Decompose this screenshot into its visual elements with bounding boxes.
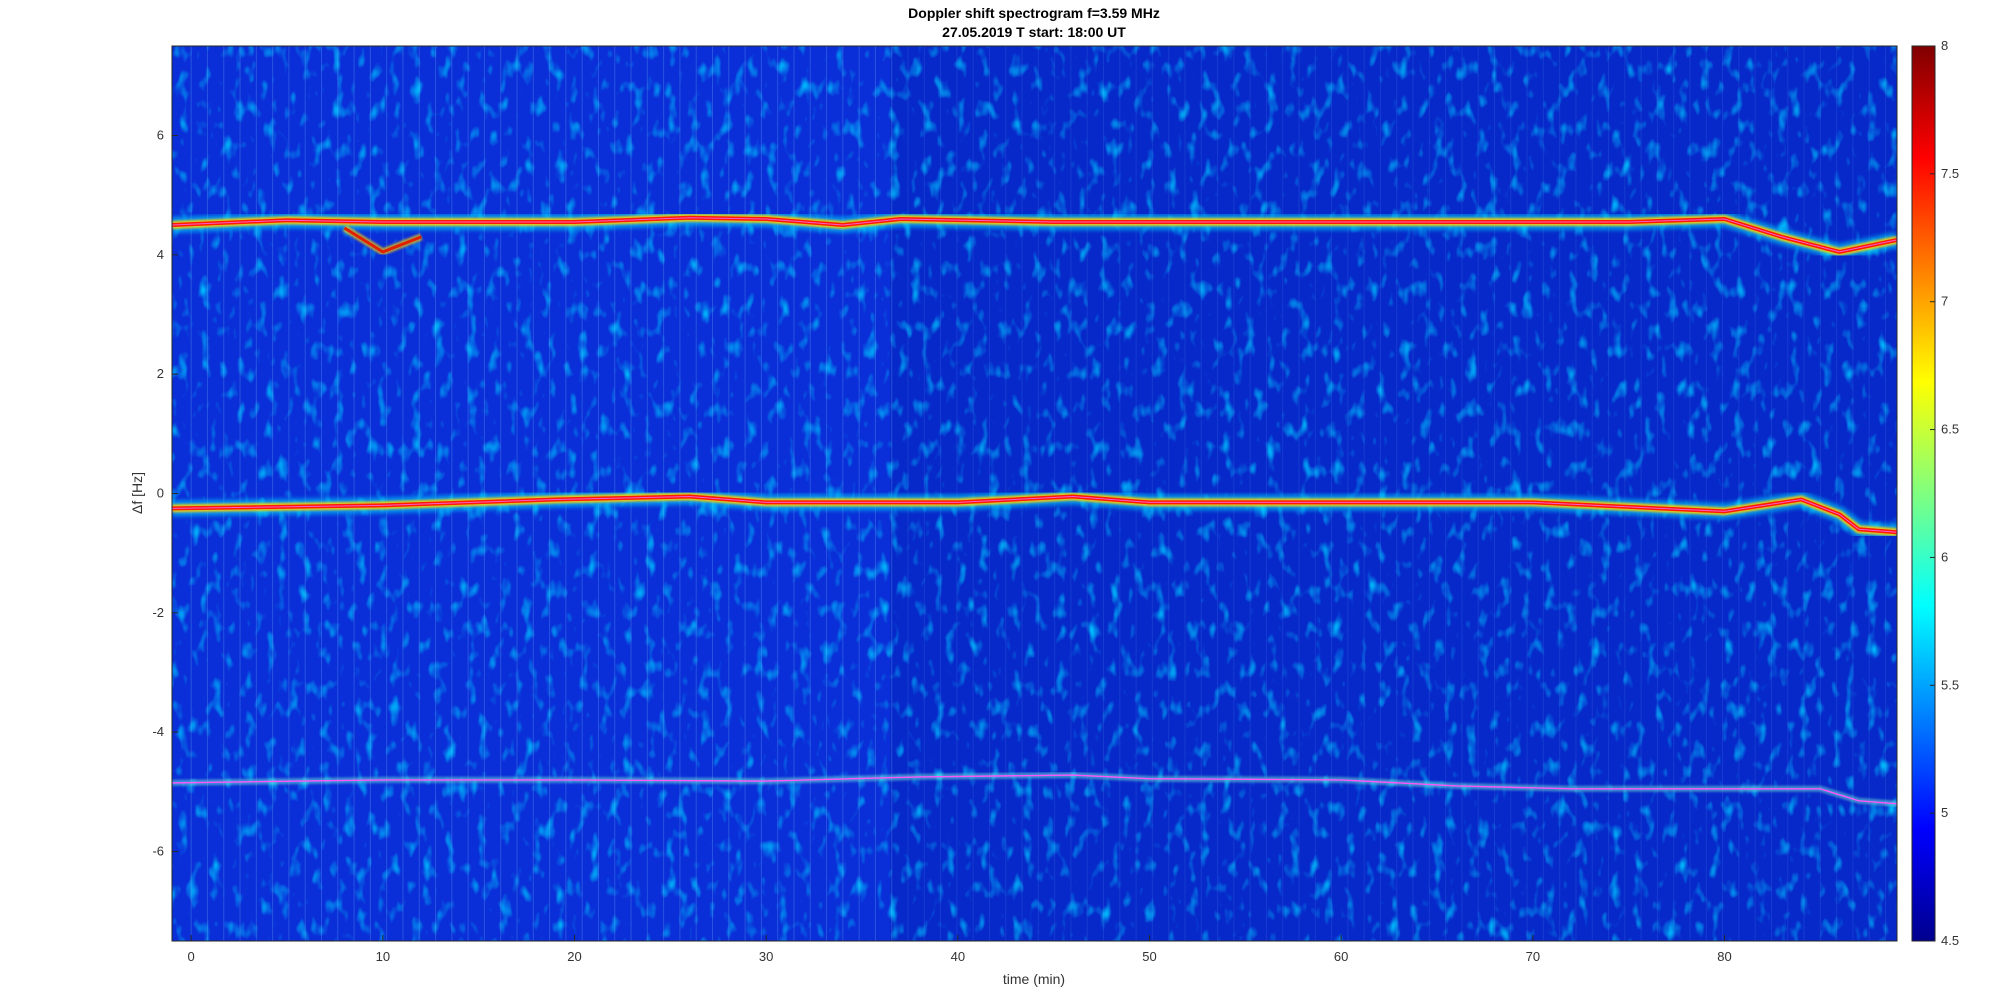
chart-subtitle: 27.05.2019 T start: 18:00 UT bbox=[942, 24, 1126, 40]
x-tick-label: 0 bbox=[188, 949, 195, 964]
colorbar-tick-label: 5.5 bbox=[1941, 677, 1959, 692]
y-tick-label: 0 bbox=[157, 486, 164, 501]
colorbar-tick-label: 6.5 bbox=[1941, 422, 1959, 437]
colorbar-tick-label: 6 bbox=[1941, 549, 1948, 564]
spectrogram-figure: Doppler shift spectrogram f=3.59 MHz 27.… bbox=[129, 5, 1959, 987]
y-axis-label: Δf [Hz] bbox=[129, 472, 145, 514]
y-tick-label: 6 bbox=[157, 128, 164, 143]
x-tick-label: 80 bbox=[1717, 949, 1731, 964]
y-tick-label: -2 bbox=[152, 605, 164, 620]
colorbar-tick-label: 7 bbox=[1941, 294, 1948, 309]
chart-title: Doppler shift spectrogram f=3.59 MHz bbox=[908, 5, 1160, 21]
colorbar-tick-label: 7.5 bbox=[1941, 166, 1959, 181]
y-tick-label: -4 bbox=[152, 724, 164, 739]
x-tick-label: 50 bbox=[1142, 949, 1156, 964]
y-tick-label: 2 bbox=[157, 366, 164, 381]
colorbar-tick-label: 4.5 bbox=[1941, 933, 1959, 948]
x-axis-label: time (min) bbox=[1003, 971, 1065, 987]
x-tick-label: 40 bbox=[951, 949, 965, 964]
x-tick-label: 20 bbox=[567, 949, 581, 964]
x-tick-label: 60 bbox=[1334, 949, 1348, 964]
colorbar bbox=[1911, 45, 1936, 942]
x-tick-label: 30 bbox=[759, 949, 773, 964]
x-tick-label: 70 bbox=[1526, 949, 1540, 964]
y-tick-label: 4 bbox=[157, 247, 164, 262]
plot-area bbox=[172, 46, 1897, 941]
y-tick-label: -6 bbox=[152, 844, 164, 859]
colorbar-tick-label: 8 bbox=[1941, 38, 1948, 53]
x-tick-label: 10 bbox=[376, 949, 390, 964]
colorbar-tick-label: 5 bbox=[1941, 805, 1948, 820]
